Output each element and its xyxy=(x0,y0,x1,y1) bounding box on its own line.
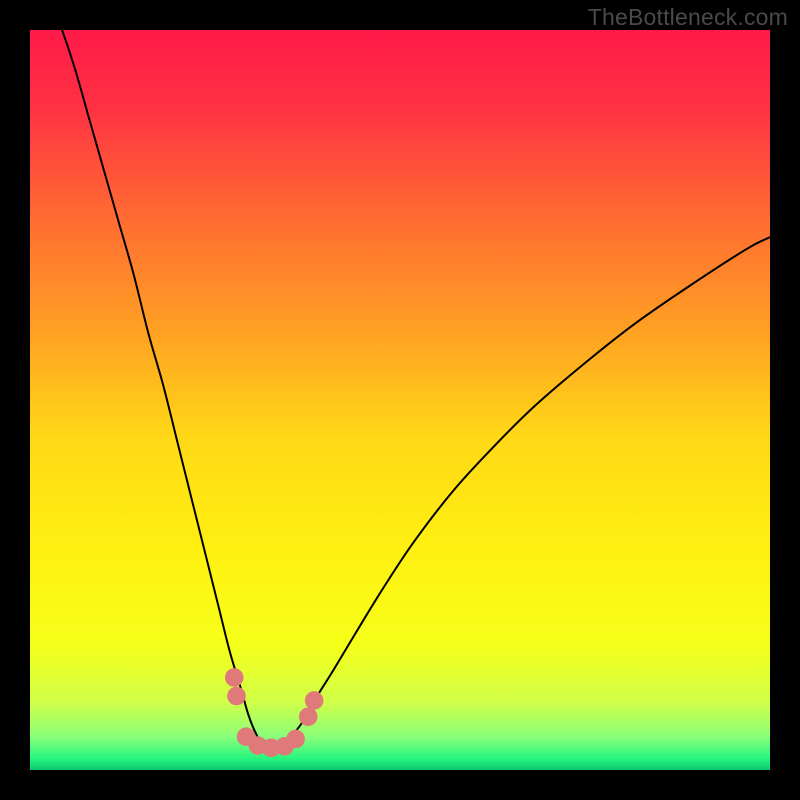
chart-frame: TheBottleneck.com xyxy=(0,0,800,800)
plot-area xyxy=(30,30,770,770)
bottleneck-markers xyxy=(305,691,324,710)
bottleneck-markers xyxy=(227,687,246,706)
bottleneck-markers xyxy=(225,668,244,687)
bottleneck-chart xyxy=(30,30,770,770)
watermark-text: TheBottleneck.com xyxy=(588,4,788,31)
bottleneck-markers xyxy=(299,707,318,726)
gradient-background xyxy=(30,30,770,770)
bottleneck-markers xyxy=(286,730,305,749)
